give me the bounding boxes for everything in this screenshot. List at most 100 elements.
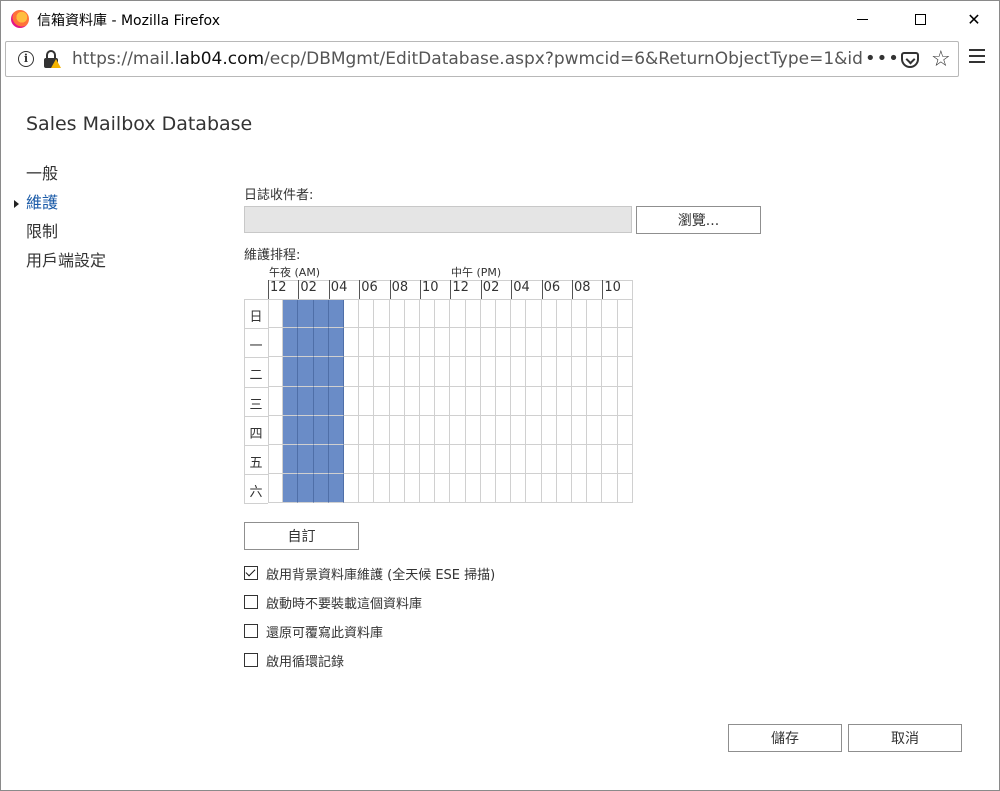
schedule-cell[interactable] xyxy=(465,386,481,416)
schedule-cell[interactable] xyxy=(587,328,603,358)
schedule-cell[interactable] xyxy=(541,386,557,416)
schedule-cell[interactable] xyxy=(450,474,466,504)
schedule-cell[interactable] xyxy=(313,357,329,387)
schedule-cell[interactable] xyxy=(450,445,466,475)
schedule-cell[interactable] xyxy=(389,445,405,475)
schedule-cell[interactable] xyxy=(572,445,588,475)
schedule-cell[interactable] xyxy=(602,445,618,475)
schedule-cell[interactable] xyxy=(556,299,572,329)
schedule-cell[interactable] xyxy=(541,415,557,445)
schedule-cell[interactable] xyxy=(480,386,496,416)
schedule-cell[interactable] xyxy=(389,357,405,387)
schedule-cell[interactable] xyxy=(374,299,390,329)
checkbox[interactable] xyxy=(244,595,258,609)
schedule-cell[interactable] xyxy=(298,445,314,475)
schedule-cell[interactable] xyxy=(359,357,375,387)
schedule-cell[interactable] xyxy=(435,474,451,504)
schedule-cell[interactable] xyxy=(617,299,633,329)
schedule-cell[interactable] xyxy=(328,357,344,387)
info-icon[interactable]: i xyxy=(18,51,34,67)
schedule-cell[interactable] xyxy=(328,445,344,475)
schedule-cell[interactable] xyxy=(344,474,360,504)
schedule-cell[interactable] xyxy=(556,386,572,416)
schedule-cell[interactable] xyxy=(465,328,481,358)
schedule-cell[interactable] xyxy=(526,386,542,416)
schedule-cell[interactable] xyxy=(404,328,420,358)
schedule-cell[interactable] xyxy=(404,474,420,504)
schedule-cell[interactable] xyxy=(344,415,360,445)
schedule-cell[interactable] xyxy=(602,386,618,416)
schedule-cell[interactable] xyxy=(283,474,299,504)
schedule-cell[interactable] xyxy=(526,445,542,475)
schedule-cell[interactable] xyxy=(496,357,512,387)
schedule-cell[interactable] xyxy=(556,445,572,475)
schedule-cell[interactable] xyxy=(480,357,496,387)
schedule-cell[interactable] xyxy=(435,415,451,445)
cancel-button[interactable]: 取消 xyxy=(848,724,962,752)
schedule-cell[interactable] xyxy=(496,415,512,445)
schedule-cell[interactable] xyxy=(572,357,588,387)
schedule-cell[interactable] xyxy=(556,357,572,387)
schedule-cell[interactable] xyxy=(587,299,603,329)
schedule-cell[interactable] xyxy=(435,328,451,358)
schedule-cell[interactable] xyxy=(465,415,481,445)
schedule-cell[interactable] xyxy=(420,357,436,387)
schedule-cell[interactable] xyxy=(313,328,329,358)
schedule-cell[interactable] xyxy=(283,299,299,329)
checkbox[interactable] xyxy=(244,653,258,667)
schedule-cell[interactable] xyxy=(617,474,633,504)
schedule-cell[interactable] xyxy=(556,474,572,504)
schedule-cell[interactable] xyxy=(389,474,405,504)
schedule-cell[interactable] xyxy=(526,474,542,504)
schedule-cell[interactable] xyxy=(298,357,314,387)
schedule-cell[interactable] xyxy=(511,445,527,475)
schedule-cell[interactable] xyxy=(541,328,557,358)
schedule-cell[interactable] xyxy=(328,474,344,504)
schedule-cell[interactable] xyxy=(465,299,481,329)
schedule-cell[interactable] xyxy=(587,415,603,445)
schedule-cell[interactable] xyxy=(268,474,284,504)
schedule-cell[interactable] xyxy=(298,415,314,445)
schedule-cell[interactable] xyxy=(328,299,344,329)
schedule-cell[interactable] xyxy=(420,328,436,358)
schedule-cell[interactable] xyxy=(511,415,527,445)
schedule-cell[interactable] xyxy=(268,357,284,387)
schedule-cell[interactable] xyxy=(374,328,390,358)
schedule-cell[interactable] xyxy=(374,386,390,416)
schedule-cell[interactable] xyxy=(480,328,496,358)
schedule-cell[interactable] xyxy=(374,445,390,475)
checkbox[interactable] xyxy=(244,624,258,638)
schedule-cell[interactable] xyxy=(526,415,542,445)
schedule-cell[interactable] xyxy=(572,386,588,416)
schedule-cell[interactable] xyxy=(480,415,496,445)
schedule-cell[interactable] xyxy=(374,357,390,387)
schedule-cell[interactable] xyxy=(313,474,329,504)
schedule-cell[interactable] xyxy=(298,386,314,416)
schedule-cell[interactable] xyxy=(496,386,512,416)
schedule-cell[interactable] xyxy=(480,445,496,475)
schedule-cell[interactable] xyxy=(572,328,588,358)
schedule-cell[interactable] xyxy=(450,415,466,445)
url-text[interactable]: https://mail.lab04.com/ecp/DBMgmt/EditDa… xyxy=(72,49,862,69)
schedule-cell[interactable] xyxy=(465,357,481,387)
schedule-cell[interactable] xyxy=(572,299,588,329)
bookmark-star-icon[interactable]: ☆ xyxy=(931,47,951,72)
schedule-cell[interactable] xyxy=(526,328,542,358)
schedule-cell[interactable] xyxy=(511,357,527,387)
schedule-cell[interactable] xyxy=(541,474,557,504)
schedule-cell[interactable] xyxy=(511,328,527,358)
schedule-cell[interactable] xyxy=(602,328,618,358)
pocket-icon[interactable] xyxy=(901,52,919,68)
schedule-cell[interactable] xyxy=(602,415,618,445)
schedule-cell[interactable] xyxy=(420,299,436,329)
schedule-cell[interactable] xyxy=(359,299,375,329)
schedule-cell[interactable] xyxy=(602,357,618,387)
schedule-cell[interactable] xyxy=(496,445,512,475)
schedule-cell[interactable] xyxy=(526,299,542,329)
schedule-cell[interactable] xyxy=(541,299,557,329)
option-background-maintenance[interactable]: 啟用背景資料庫維護 (全天候 ESE 掃描) xyxy=(244,563,495,583)
schedule-cell[interactable] xyxy=(313,445,329,475)
schedule-cell[interactable] xyxy=(420,445,436,475)
schedule-cell[interactable] xyxy=(572,474,588,504)
schedule-cell[interactable] xyxy=(587,474,603,504)
